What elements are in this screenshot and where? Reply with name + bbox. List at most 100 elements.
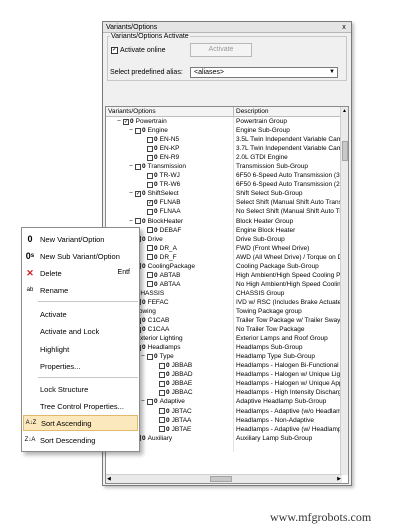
tree-row[interactable]: − ✓ 0 Powertrain Powertrain Group	[106, 117, 342, 127]
tree-checkbox[interactable]	[159, 389, 165, 396]
tree-checkbox[interactable]	[147, 245, 153, 252]
tree-row[interactable]: −0Exterior LightingExterior Lamps and Ro…	[106, 334, 342, 344]
alias-select[interactable]: <aliases> ▼	[190, 67, 338, 78]
tree-checkbox[interactable]	[147, 353, 153, 360]
tree-checkbox[interactable]	[147, 154, 153, 161]
tree-row[interactable]: 0 DR_F AWD (All Wheel Drive) / Torque on D	[106, 252, 342, 262]
tree-checkbox[interactable]	[159, 408, 165, 414]
tree-row[interactable]: ✓ 0 FLNAB Select Shift (Manual Shift Auto T…	[106, 198, 342, 208]
tree-row[interactable]: −0 Transmission Transmission Sub-Group	[106, 162, 342, 172]
tree-checkbox[interactable]	[159, 426, 165, 433]
tree-row[interactable]: 0 EN-R9 2.0L GTDI Engine	[106, 153, 342, 163]
tree-checkbox[interactable]	[147, 181, 153, 188]
tree-checkbox[interactable]	[135, 163, 141, 170]
close-icon[interactable]: x	[340, 22, 348, 33]
tree-row[interactable]: 0 C1CAB Trailer Tow Package w/ Trailer Swa…	[106, 316, 342, 326]
collapse-icon[interactable]: −	[140, 397, 146, 406]
tree-row[interactable]: −0CoolingPackageCooling Package Sub-Grou…	[106, 261, 342, 271]
activate-online-row[interactable]: ✓ Activate online	[111, 47, 166, 54]
menu-item-properties[interactable]: Properties...	[23, 358, 138, 374]
collapse-icon[interactable]: −	[116, 117, 122, 126]
scroll-right-icon[interactable]: ▶	[337, 475, 341, 483]
tree-row[interactable]: 0 JBBAC Headlamps - High Intensity Dischar…	[106, 388, 342, 398]
tree-checkbox[interactable]	[159, 417, 165, 424]
tree-checkbox[interactable]	[135, 218, 141, 225]
tree-row[interactable]: 0 FLNAA No Select Shift (Manual Shift Auto…	[106, 207, 342, 217]
collapse-icon[interactable]: −	[128, 189, 134, 198]
menu-item-sort-ascending[interactable]: A↓Z Sort Ascending	[23, 415, 138, 431]
tree-row[interactable]: 0 EN-KP 3.7L Twin Independent Variable Cam	[106, 144, 342, 154]
tree-row[interactable]: 0 DEBAF Engine Block Heater	[106, 225, 342, 235]
tree-row[interactable]: −0DriveDrive Sub-Group	[106, 234, 342, 244]
menu-item-new-sub-variant-option[interactable]: 0ˢ New Sub Variant/Option	[23, 248, 138, 264]
variants-tree[interactable]: Variants/Options Description − ✓ 0 Powertra…	[105, 106, 349, 484]
tree-row[interactable]: 0 DR_A FWD (Front Wheel Drive)	[106, 243, 342, 253]
vertical-scroll-thumb[interactable]	[342, 141, 348, 161]
menu-item-highlight[interactable]: Highlight	[23, 341, 138, 357]
tree-checkbox[interactable]	[159, 380, 165, 387]
tree-row[interactable]: 0 TR-W6 6F50 6-Speed Auto Transmission (2.…	[106, 180, 342, 190]
menu-item-delete[interactable]: ✕ Delete Entf	[23, 265, 138, 281]
tree-checkbox[interactable]: ✓	[147, 199, 153, 206]
tree-checkbox[interactable]	[147, 145, 153, 152]
tree-row[interactable]: −0 Type Headlamp Type Sub-Group	[106, 352, 342, 362]
menu-item-lock-structure[interactable]: Lock Structure	[23, 381, 138, 397]
scroll-up-icon[interactable]: ▲	[341, 107, 348, 115]
tree-row[interactable]: −0HeadlampsHeadlamps Sub-Group	[106, 343, 342, 353]
tree-row[interactable]: 0 ABTAA No High Ambient/High Speed Cooling	[106, 279, 342, 289]
tree-checkbox[interactable]	[147, 136, 153, 143]
collapse-icon[interactable]: −	[128, 126, 134, 135]
tree-row[interactable]: 0 ABTAB High Ambient/High Speed Cooling Pa	[106, 270, 342, 280]
tree-row[interactable]: 0 JBBAD Headlamps - Halogen w/ Unique Ligh	[106, 370, 342, 380]
menu-item-rename[interactable]: ab Rename	[23, 282, 138, 298]
column-header-description[interactable]: Description	[234, 107, 269, 116]
collapse-icon[interactable]: −	[128, 217, 134, 226]
vertical-scrollbar[interactable]: ▲	[340, 107, 348, 475]
horizontal-scroll-thumb[interactable]	[210, 476, 232, 482]
menu-item-activate[interactable]: Activate	[23, 306, 138, 322]
tree-checkbox[interactable]	[147, 398, 153, 405]
tree-row[interactable]: 0 JBBAE Headlamps - Halogen w/ Unique App	[106, 379, 342, 389]
scroll-left-icon[interactable]: ◀	[107, 475, 111, 483]
tree-row[interactable]: −0 Adaptive Adaptive Headlamp Sub-Group	[106, 397, 342, 407]
panel-title: Variants/Options	[106, 24, 158, 31]
menu-item-new-variant-option[interactable]: 0 New Variant/Option	[23, 231, 138, 247]
tree-checkbox[interactable]	[159, 362, 165, 369]
tree-checkbox[interactable]	[147, 172, 153, 179]
tree-row[interactable]: −0CHASSISCHASSIS Group	[106, 288, 342, 298]
menu-item-activate-and-lock[interactable]: Activate and Lock	[23, 323, 138, 339]
activate-online-checkbox[interactable]: ✓	[111, 47, 118, 54]
tree-row[interactable]: 0 FEFAC IVD w/ RSC (Includes Brake Actuate	[106, 297, 342, 307]
tree-row[interactable]: 0 EN-N5 3.5L Twin Independent Variable Cam	[106, 135, 342, 145]
tree-row-description: Trailer Tow Package w/ Trailer Sway	[236, 317, 341, 325]
tree-row[interactable]: −0TowingTowing Package group	[106, 306, 342, 317]
tree-checkbox[interactable]	[147, 227, 153, 234]
tree-row[interactable]: 0 C1CAA No Trailer Tow Package	[106, 325, 342, 335]
tree-checkbox[interactable]	[147, 272, 153, 279]
activate-button[interactable]: Activate	[190, 43, 252, 57]
menu-item-tree-control-properties[interactable]: Tree Control Properties...	[23, 398, 138, 414]
tree-row[interactable]: −0 Engine Engine Sub-Group	[106, 126, 342, 136]
tree-row[interactable]: 0 JBBAB Headlamps - Halogen Bi-Functional …	[106, 361, 342, 371]
column-header-name[interactable]: Variants/Options	[106, 107, 234, 116]
tree-row[interactable]: 0 TR-WJ 6F50 6-Speed Auto Transmission (3.…	[106, 171, 342, 181]
chevron-down-icon[interactable]: ▼	[329, 68, 335, 77]
tree-checkbox[interactable]	[147, 254, 153, 261]
tree-row[interactable]: 0 JBTAA Headlamps - Non-Adaptive	[106, 415, 342, 425]
tree-row[interactable]: −0AuxiliaryAuxiliary Lamp Sub-Group	[106, 433, 342, 443]
collapse-icon[interactable]: −	[140, 352, 146, 361]
tree-row[interactable]: −0 BlockHeater Block Heater Group	[106, 216, 342, 226]
horizontal-scrollbar[interactable]: ◀ ▶	[106, 474, 342, 483]
tree-checkbox[interactable]: ✓	[123, 118, 129, 125]
tree-checkbox[interactable]	[147, 208, 153, 215]
tree-row[interactable]: 0 JBTAC Headlamps - Adaptive (w/o Headlamp	[106, 406, 342, 416]
tree-row[interactable]: 0 JBTAE Headlamps - Adaptive (w/ Headlamp	[106, 424, 342, 434]
tree-checkbox[interactable]	[147, 281, 153, 288]
tree-checkbox[interactable]: ✓	[135, 190, 141, 197]
collapse-icon[interactable]: −	[128, 162, 134, 171]
tree-checkbox[interactable]	[159, 371, 165, 378]
menu-item-sort-descending[interactable]: Z↓A Sort Descending	[23, 432, 138, 448]
tree-row[interactable]	[106, 442, 342, 452]
tree-checkbox[interactable]	[135, 127, 141, 134]
tree-row[interactable]: − ✓ 0 ShiftSelect Shift Select Sub-Group	[106, 189, 342, 199]
